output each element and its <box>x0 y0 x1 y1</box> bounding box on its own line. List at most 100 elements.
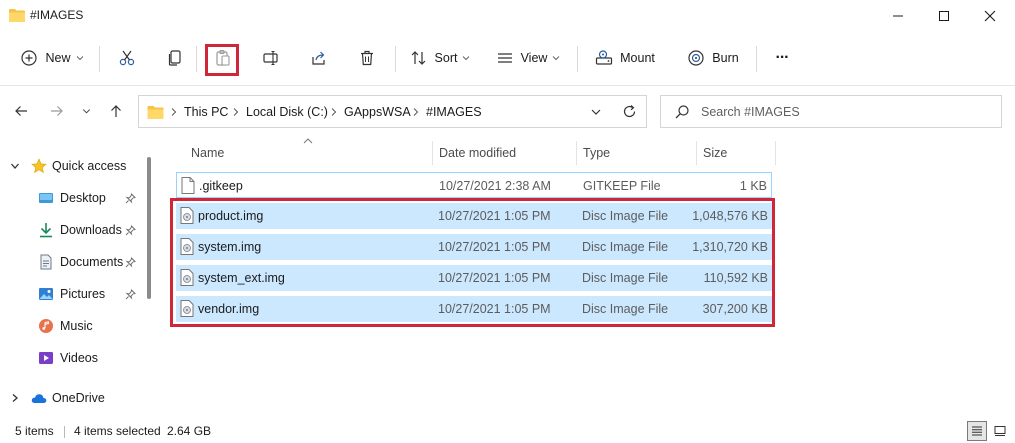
nav-label: OneDrive <box>52 391 105 405</box>
folder-icon <box>9 9 25 22</box>
details-view-button[interactable] <box>967 421 987 441</box>
address-bar[interactable]: This PC Local Disk (C:) GAppsWSA #IMAGES <box>138 95 647 128</box>
column-header-date[interactable]: Date modified <box>439 146 516 160</box>
delete-button[interactable] <box>351 42 383 74</box>
recent-locations-button[interactable] <box>76 96 96 126</box>
search-box[interactable]: Search #IMAGES <box>660 95 1002 128</box>
chevron-down-icon <box>463 56 470 61</box>
chevron-down-icon <box>553 56 560 61</box>
forward-button[interactable] <box>45 96 69 126</box>
status-item-count: 5 items <box>15 424 54 438</box>
breadcrumb-images[interactable]: #IMAGES <box>426 105 482 119</box>
view-lines-icon <box>497 53 512 63</box>
navigation-scrollbar[interactable] <box>147 157 151 299</box>
maximize-button[interactable] <box>921 0 967 32</box>
chevron-down-icon[interactable] <box>10 161 20 171</box>
sort-ascending-icon <box>303 138 313 144</box>
pin-icon[interactable] <box>125 225 136 236</box>
column-divider[interactable] <box>775 141 776 165</box>
back-button[interactable] <box>9 96 33 126</box>
title-bar: #IMAGES <box>0 0 1015 32</box>
chevron-right-icon <box>331 108 337 116</box>
chevron-down-icon <box>76 56 83 61</box>
file-type: GITKEEP File <box>583 179 661 193</box>
column-divider[interactable] <box>696 141 697 165</box>
share-button[interactable] <box>303 42 335 74</box>
tiles-view-button[interactable] <box>990 421 1010 441</box>
cut-button[interactable] <box>111 42 143 74</box>
arrow-left-icon <box>15 106 27 116</box>
download-icon <box>40 223 52 238</box>
mount-label: Mount <box>620 51 655 65</box>
nav-documents[interactable]: Documents <box>0 248 150 276</box>
chevron-right-icon <box>413 108 419 116</box>
disc-drive-icon <box>596 50 613 65</box>
file-name: .gitkeep <box>199 179 243 193</box>
arrow-up-icon <box>111 105 121 117</box>
trash-icon <box>361 50 373 66</box>
nav-label: Quick access <box>52 159 127 173</box>
breadcrumb-local-disk[interactable]: Local Disk (C:) <box>246 105 328 119</box>
new-button[interactable]: New <box>14 42 90 74</box>
nav-pictures[interactable]: Pictures <box>0 280 150 308</box>
status-bar: 5 items 4 items selected 2.64 GB <box>0 420 1015 443</box>
minimize-button[interactable] <box>875 0 921 32</box>
column-header-name[interactable]: Name <box>191 146 224 160</box>
plus-circle-icon <box>21 50 38 66</box>
breadcrumb-this-pc[interactable]: This PC <box>184 105 228 119</box>
pin-icon[interactable] <box>125 193 136 204</box>
star-icon <box>31 158 47 174</box>
scissors-icon <box>119 50 135 66</box>
nav-label: Pictures <box>60 287 106 301</box>
nav-quick-access[interactable]: Quick access <box>0 152 150 180</box>
column-header-type[interactable]: Type <box>583 146 610 160</box>
column-divider[interactable] <box>432 141 433 165</box>
sort-label: Sort <box>434 51 458 65</box>
view-label: View <box>520 51 548 65</box>
chevron-right-icon[interactable] <box>10 393 20 403</box>
view-button[interactable]: View <box>492 42 564 74</box>
nav-desktop[interactable]: Desktop <box>0 184 150 212</box>
nav-onedrive[interactable]: OneDrive <box>0 384 150 412</box>
status-divider <box>64 426 65 438</box>
chevron-right-icon <box>171 108 177 116</box>
pin-icon[interactable] <box>125 289 136 300</box>
burn-button[interactable]: Burn <box>683 42 743 74</box>
mount-button[interactable]: Mount <box>589 42 661 74</box>
sort-icon <box>411 51 425 65</box>
nav-downloads[interactable]: Downloads <box>0 216 150 244</box>
toolbar-divider <box>756 46 757 72</box>
up-button[interactable] <box>104 96 128 126</box>
navigation-pane: Quick access Desktop Downloads Documents… <box>0 140 160 420</box>
new-label: New <box>45 51 71 65</box>
breadcrumb-gappswsa[interactable]: GAppsWSA <box>344 105 411 119</box>
chevron-down-icon[interactable] <box>591 107 601 117</box>
pin-icon[interactable] <box>125 257 136 268</box>
file-row[interactable]: .gitkeep 10/27/2021 2:38 AM GITKEEP File… <box>176 172 772 198</box>
video-icon <box>39 352 53 364</box>
maximize-icon <box>939 11 949 21</box>
nav-music[interactable]: Music <box>0 312 150 340</box>
column-divider[interactable] <box>576 141 577 165</box>
column-header-size[interactable]: Size <box>703 146 727 160</box>
rename-button[interactable] <box>255 42 287 74</box>
nav-videos[interactable]: Videos <box>0 344 150 372</box>
paste-highlight <box>205 44 239 76</box>
toolbar-divider <box>395 46 396 72</box>
minimize-icon <box>893 15 903 17</box>
sort-button[interactable]: Sort <box>405 42 475 74</box>
close-icon <box>984 10 996 22</box>
more-options-button[interactable]: ··· <box>766 42 798 74</box>
toolbar-divider <box>577 46 578 72</box>
window-title: #IMAGES <box>30 8 84 22</box>
close-button[interactable] <box>967 0 1013 32</box>
nav-label: Music <box>60 319 93 333</box>
copy-button[interactable] <box>159 42 191 74</box>
disc-icon <box>688 50 704 66</box>
toolbar-divider <box>99 46 100 72</box>
command-bar: New Sort View Mount Burn ··· <box>0 32 1015 86</box>
selection-highlight <box>170 198 775 327</box>
rename-icon <box>263 50 278 66</box>
desktop-icon <box>39 193 53 203</box>
refresh-icon[interactable] <box>622 104 637 119</box>
